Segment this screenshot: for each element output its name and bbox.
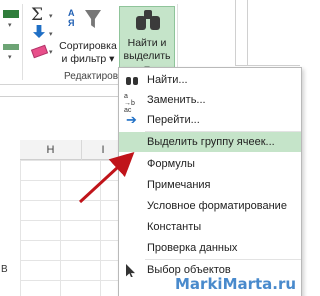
- chevron-down-icon[interactable]: ▾: [8, 21, 12, 29]
- menu-item-replace-label: Заменить...: [147, 94, 206, 106]
- sort-az-icon[interactable]: AЯ: [68, 8, 75, 28]
- menu-item-goto[interactable]: ➔ Перейти...: [119, 110, 301, 130]
- formula-bar-divider: [0, 96, 122, 97]
- menu-item-conditional-formatting[interactable]: Условное форматирование: [119, 196, 301, 216]
- menu-item-replace[interactable]: a →b ac Заменить...: [119, 90, 301, 114]
- group-divider: [22, 4, 23, 80]
- cell-text: В: [1, 264, 8, 275]
- cursor-icon: [126, 264, 135, 277]
- menu-item-goto-label: Перейти...: [147, 114, 200, 126]
- filter-funnel-icon[interactable]: [85, 10, 101, 28]
- menu-item-formulas[interactable]: Формулы: [119, 154, 301, 174]
- watermark: MarkiMarta.ru: [175, 275, 297, 293]
- sort-filter-button[interactable]: Сортировка и фильтр ▾: [58, 40, 118, 66]
- column-headers: H I: [20, 140, 124, 160]
- format-icon[interactable]: [3, 10, 19, 18]
- menu-item-go-to-special[interactable]: Выделить группу ячеек...: [119, 132, 301, 152]
- menu-item-comments[interactable]: Примечания: [119, 175, 301, 195]
- menu-item-constants[interactable]: Константы: [119, 217, 301, 237]
- menu-item-go-to-special-label: Выделить группу ячеек...: [147, 136, 275, 148]
- sort-filter-label-line1: Сортировка: [59, 40, 117, 52]
- chevron-down-icon[interactable]: ▾: [49, 30, 53, 38]
- arrow-right-icon: ➔: [126, 112, 137, 127]
- menu-item-find-label: Найти...: [147, 74, 188, 86]
- fill-icon[interactable]: [33, 25, 45, 38]
- menu-item-data-validation-label: Проверка данных: [147, 242, 238, 254]
- menu-item-data-validation[interactable]: Проверка данных: [119, 238, 301, 258]
- autosum-icon[interactable]: Σ: [31, 5, 43, 25]
- chevron-down-icon[interactable]: ▾: [49, 48, 53, 56]
- chevron-down-icon[interactable]: ▾: [49, 12, 53, 20]
- clear-icon[interactable]: [30, 44, 49, 59]
- menu-item-comments-label: Примечания: [147, 179, 211, 191]
- binoculars-icon: [126, 75, 139, 85]
- find-select-button[interactable]: Найти и выделить ▾: [119, 6, 175, 75]
- window-frame: [235, 0, 300, 66]
- find-select-label-line1: Найти и: [127, 37, 167, 49]
- menu-item-formulas-label: Формулы: [147, 158, 195, 170]
- binoculars-icon: [136, 10, 160, 30]
- chevron-down-icon[interactable]: ▾: [8, 53, 12, 61]
- editing-group-label: Редактирова: [64, 71, 124, 82]
- sort-filter-label-line2: и фильтр ▾: [61, 53, 115, 65]
- cell-grid[interactable]: [20, 160, 124, 296]
- menu-item-find[interactable]: Найти...: [119, 70, 301, 90]
- window-frame-line: [247, 0, 248, 66]
- menu-item-constants-label: Константы: [147, 221, 202, 233]
- column-header-h[interactable]: H: [20, 140, 82, 160]
- format-icon[interactable]: [3, 44, 19, 50]
- find-select-menu: Найти... a →b ac Заменить... ➔ Перейти... …: [118, 67, 302, 296]
- menu-item-conditional-formatting-label: Условное форматирование: [147, 200, 287, 212]
